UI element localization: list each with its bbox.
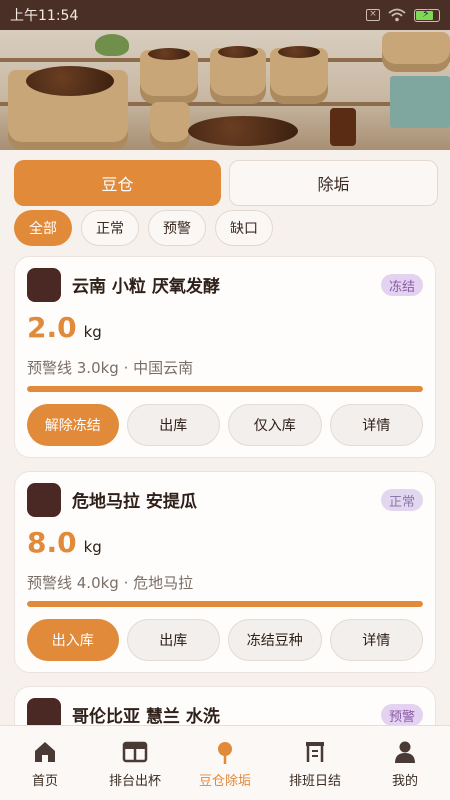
- stock-out-button[interactable]: 出库: [126, 619, 220, 661]
- tab-bean-descale[interactable]: 豆仓除垢: [180, 726, 270, 800]
- bean-color-dot: [27, 268, 61, 302]
- tab-me[interactable]: 我的: [360, 726, 450, 800]
- card-actions: 解除冻结 出库 仅入库 详情: [27, 404, 423, 446]
- details-button[interactable]: 详情: [329, 619, 423, 661]
- counter-icon: [122, 741, 148, 763]
- status-icons: × ⚡: [366, 7, 440, 22]
- tab-home[interactable]: 首页: [0, 726, 90, 800]
- filter-chips: 全部 正常 预警 缺口: [14, 210, 273, 246]
- wifi-icon: [388, 8, 406, 22]
- filter-normal[interactable]: 正常: [81, 210, 139, 246]
- bean-card: 云南 小粒 厌氧发酵 冻结 2.0 kg 预警线 3.0kg · 中国云南 解除…: [14, 256, 436, 458]
- bean-name: 哥伦比亚 慧兰 水洗: [72, 707, 220, 725]
- stock-level-fill: [27, 386, 423, 392]
- status-bar: 上午11:54 × ⚡: [0, 0, 450, 30]
- bean-card: 哥伦比亚 慧兰 水洗 预警: [14, 686, 436, 725]
- stock-quantity: 8.0 kg: [27, 526, 102, 559]
- tab-label: 首页: [31, 774, 58, 789]
- tab-counter[interactable]: 排台出杯: [90, 726, 180, 800]
- status-badge: 冻结: [380, 274, 423, 296]
- bean-color-dot: [27, 698, 61, 725]
- segment-beans[interactable]: 豆仓: [14, 160, 221, 206]
- status-badge: 正常: [380, 489, 423, 511]
- details-button[interactable]: 详情: [329, 404, 423, 446]
- filter-all[interactable]: 全部: [14, 210, 72, 246]
- bottom-tab-bar: 首页 排台出杯 豆仓除垢 排班日结 我的: [0, 725, 450, 800]
- stock-quantity: 2.0 kg: [27, 311, 102, 344]
- status-time: 上午11:54: [10, 8, 79, 24]
- tab-label: 排班日结: [288, 774, 341, 789]
- quantity-value: 8.0: [27, 526, 77, 559]
- stock-in-out-button[interactable]: 出入库: [27, 619, 119, 661]
- bean-meta: 预警线 3.0kg · 中国云南: [27, 359, 194, 377]
- stock-out-button[interactable]: 出库: [126, 404, 220, 446]
- status-badge: 预警: [380, 704, 423, 725]
- main-content: 豆仓 除垢 全部 正常 预警 缺口 云南 小粒 厌氧发酵 冻结 2.0 kg 预…: [0, 150, 450, 725]
- stock-level-bar: [27, 386, 423, 392]
- schedule-icon: [306, 742, 324, 762]
- bean-meta: 预警线 4.0kg · 危地马拉: [27, 574, 194, 592]
- segment-control: 豆仓 除垢: [14, 160, 438, 206]
- card-actions: 出入库 出库 冻结豆种 详情: [27, 619, 423, 661]
- tab-label: 我的: [391, 774, 418, 789]
- tab-schedule[interactable]: 排班日结: [270, 726, 360, 800]
- quantity-unit: kg: [83, 538, 102, 556]
- bean-color-dot: [27, 483, 61, 517]
- pin-icon: [218, 742, 232, 764]
- battery-charging-icon: ⚡: [414, 7, 440, 22]
- unfreeze-button[interactable]: 解除冻结: [27, 404, 119, 446]
- stock-level-bar: [27, 601, 423, 607]
- bean-name: 危地马拉 安提瓜: [72, 492, 197, 512]
- quantity-value: 2.0: [27, 311, 77, 344]
- filter-warning[interactable]: 预警: [148, 210, 206, 246]
- home-icon: [35, 742, 55, 762]
- bean-name: 云南 小粒 厌氧发酵: [72, 277, 220, 297]
- freeze-bean-button[interactable]: 冻结豆种: [228, 619, 322, 661]
- quantity-unit: kg: [83, 323, 102, 341]
- tab-label: 排台出杯: [108, 774, 161, 789]
- tab-label: 豆仓除垢: [198, 774, 251, 789]
- sim-icon: ×: [366, 9, 380, 21]
- stock-level-fill: [27, 601, 423, 607]
- user-icon: [395, 741, 415, 763]
- stock-in-only-button[interactable]: 仅入库: [228, 404, 322, 446]
- filter-shortage[interactable]: 缺口: [215, 210, 273, 246]
- hero-image: [0, 30, 450, 150]
- bean-card: 危地马拉 安提瓜 正常 8.0 kg 预警线 4.0kg · 危地马拉 出入库 …: [14, 471, 436, 673]
- segment-descale[interactable]: 除垢: [229, 160, 438, 206]
